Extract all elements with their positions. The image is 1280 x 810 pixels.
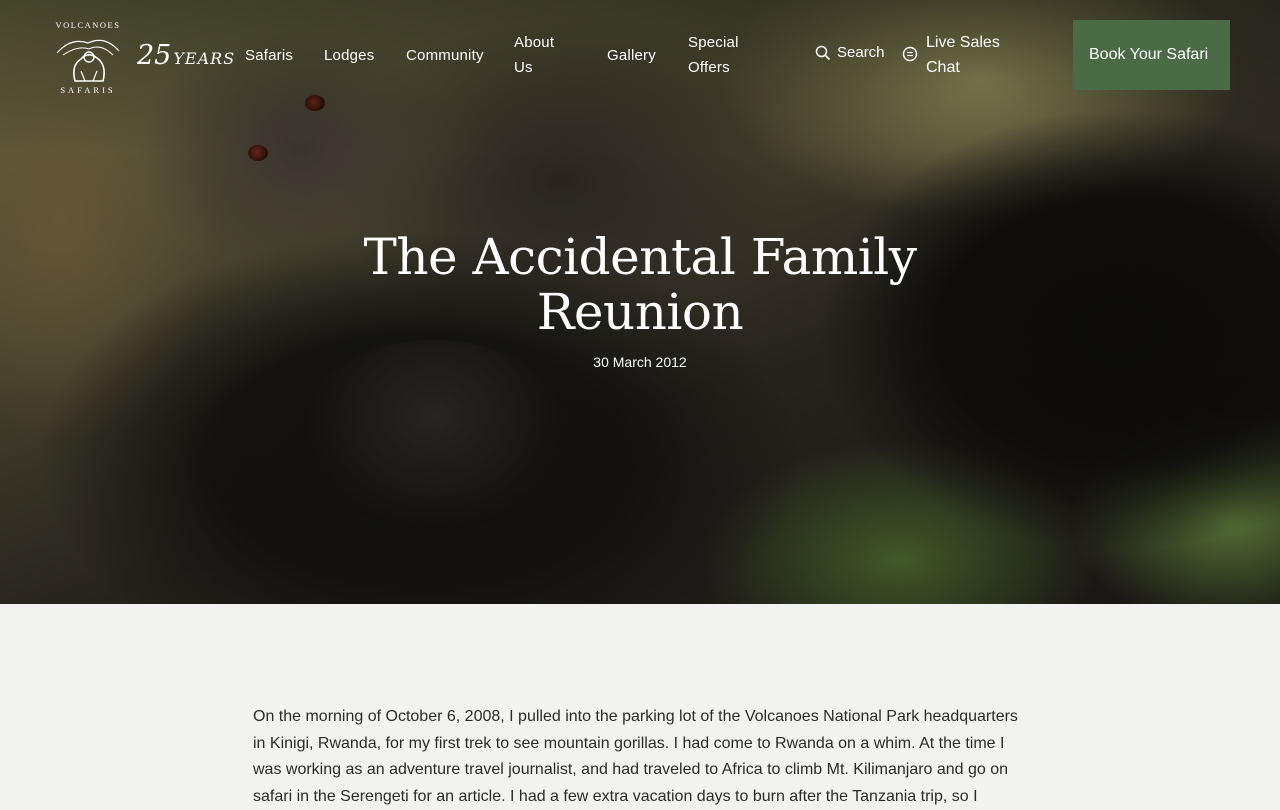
nav-item-about-us[interactable]: About Us — [514, 30, 574, 80]
search-icon — [815, 45, 831, 60]
search-label: Search — [837, 44, 885, 61]
chat-icon — [902, 46, 918, 62]
nav-item-lodges[interactable]: Lodges — [324, 43, 374, 68]
nav-item-gallery[interactable]: Gallery — [607, 43, 656, 68]
post-date: 30 March 2012 — [593, 354, 687, 370]
top-navigation: VOLCANOES SAFARIS 25 YEARS Safaris Lodges… — [0, 0, 1280, 110]
page-title: The Accidental Family Reunion — [363, 228, 917, 341]
live-sales-chat-button[interactable]: Live Sales Chat — [902, 30, 1016, 80]
book-your-safari-button[interactable]: Book Your Safari — [1073, 20, 1230, 90]
anniversary-badge: 25 YEARS — [137, 40, 235, 71]
article-paragraph: On the morning of October 6, 2008, I pul… — [253, 708, 1018, 805]
anniversary-number: 25 — [137, 40, 172, 71]
search-button[interactable]: Search — [815, 44, 885, 61]
logo-text-top: VOLCANOES — [55, 20, 121, 30]
anniversary-label: YEARS — [173, 49, 236, 68]
chat-label: Live Sales Chat — [926, 34, 1000, 76]
hero-banner: VOLCANOES SAFARIS 25 YEARS Safaris Lodges… — [0, 0, 1280, 604]
logo-text-bottom: SAFARIS — [60, 85, 116, 95]
nav-item-safaris[interactable]: Safaris — [245, 43, 293, 68]
gorilla-logo-icon — [56, 39, 120, 82]
nav-item-community[interactable]: Community — [406, 43, 484, 68]
article-body: On the morning of October 6, 2008, I pul… — [0, 604, 1280, 805]
nav-item-special-offers[interactable]: Special Offers — [688, 30, 758, 80]
site-logo[interactable]: VOLCANOES SAFARIS — [50, 20, 126, 95]
